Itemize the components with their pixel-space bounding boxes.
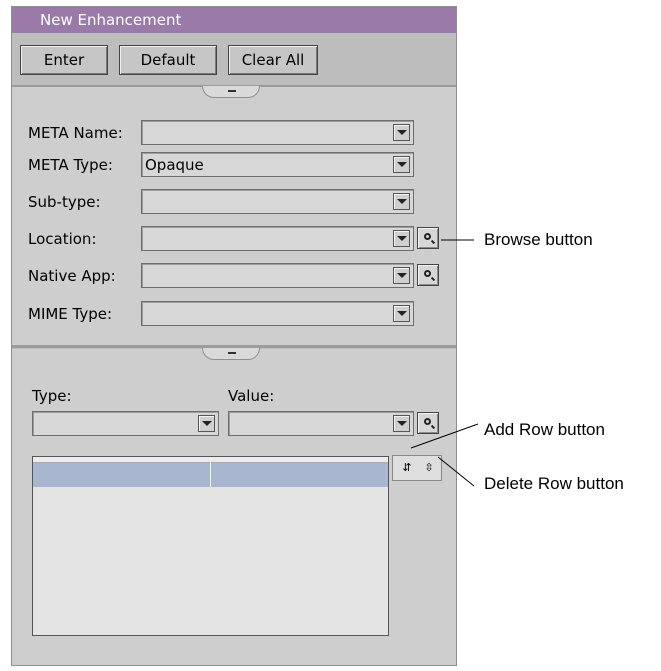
delete-row-button-callout: Delete Row button [484, 474, 624, 493]
callout-lines [410, 239, 479, 487]
add-row-button-callout: Add Row button [484, 420, 605, 439]
browse-button-callout: Browse button [484, 230, 593, 249]
